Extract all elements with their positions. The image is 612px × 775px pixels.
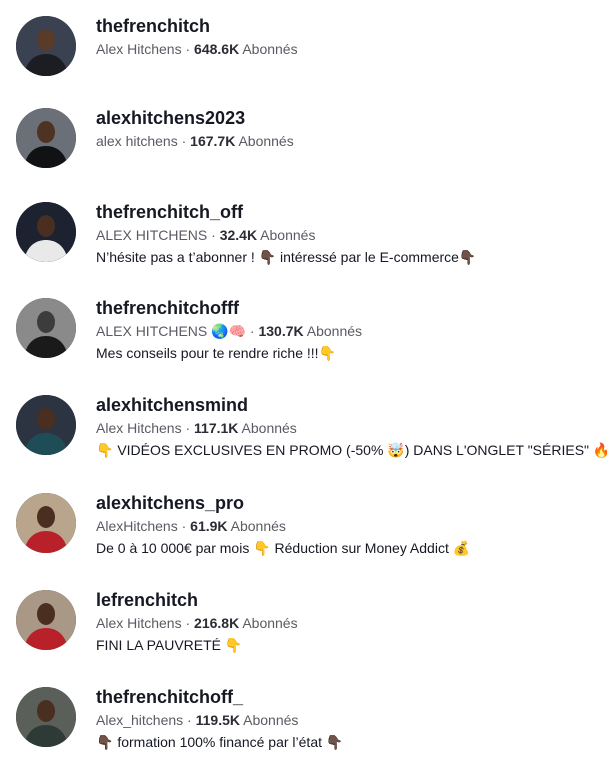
meta-separator: ·	[177, 133, 191, 149]
account-bio: Mes conseils pour te rendre riche !!!👇	[96, 345, 336, 361]
username[interactable]: thefrenchitch	[96, 14, 604, 38]
username[interactable]: alexhitchens2023	[96, 106, 604, 130]
username[interactable]: thefrenchitchoff_	[96, 685, 604, 709]
account-bio: De 0 à 10 000€ par mois 👇 Réduction sur …	[96, 540, 471, 556]
meta-separator: ·	[177, 518, 191, 534]
avatar-head-shape	[37, 506, 55, 528]
avatar-head-shape	[37, 603, 55, 625]
meta-separator: ·	[181, 420, 195, 436]
username[interactable]: thefrenchitch_off	[96, 200, 604, 224]
meta-separator: ·	[183, 712, 196, 728]
display-name: Alex_hitchens	[96, 712, 184, 728]
profile-photo-icon	[16, 687, 76, 747]
avatar-head-shape	[37, 121, 55, 143]
avatar-head-shape	[37, 311, 55, 333]
profile-photo-icon	[16, 590, 76, 650]
avatar-head-shape	[37, 29, 55, 51]
display-name: Alex Hitchens	[96, 420, 182, 436]
follower-label: Abonnés	[303, 323, 363, 339]
follower-label: Abonnés	[239, 41, 298, 57]
follower-count: 117.1K	[194, 420, 239, 436]
account-list-item[interactable]: thefrenchitchofff ALEX HITCHENS 🌏🧠 · 130.…	[0, 296, 612, 386]
account-text: thefrenchitchoff_ Alex_hitchens · 119.5K …	[96, 685, 604, 752]
account-text: lefrenchitch Alex Hitchens · 216.8K Abonn…	[96, 588, 604, 655]
follower-count: 119.5K	[195, 712, 240, 728]
account-text: thefrenchitch_off ALEX HITCHENS · 32.4K A…	[96, 200, 604, 267]
follower-label: Abonnés	[240, 712, 299, 728]
account-list-item[interactable]: lefrenchitch Alex Hitchens · 216.8K Abonn…	[0, 588, 612, 678]
follower-count: 216.8K	[194, 615, 240, 631]
follower-label: Abonnés	[238, 420, 297, 436]
display-name: Alex Hitchens	[96, 615, 182, 631]
account-meta: Alex Hitchens · 117.1K Abonnés	[96, 418, 604, 438]
follower-count: 32.4K	[219, 227, 258, 243]
account-list-item[interactable]: alexhitchens_pro AlexHitchens · 61.9K Abo…	[0, 491, 612, 581]
username[interactable]: alexhitchensmind	[96, 393, 604, 417]
account-list-item[interactable]: alexhitchens2023 alex hitchens · 167.7K A…	[0, 106, 612, 196]
account-meta: ALEX HITCHENS 🌏🧠 · 130.7K Abonnés	[96, 321, 604, 341]
account-list-item[interactable]: thefrenchitch_off ALEX HITCHENS · 32.4K A…	[0, 200, 612, 290]
avatar[interactable]	[16, 16, 76, 76]
username[interactable]: lefrenchitch	[96, 588, 604, 612]
account-text: thefrenchitch Alex Hitchens · 648.6K Abon…	[96, 14, 604, 59]
account-text: alexhitchensmind Alex Hitchens · 117.1K A…	[96, 393, 611, 460]
avatar[interactable]	[16, 493, 76, 553]
avatar[interactable]	[16, 108, 76, 168]
follower-count: 167.7K	[190, 133, 236, 149]
display-name: alex hitchens	[96, 133, 178, 149]
meta-separator: ·	[207, 227, 220, 243]
display-name: ALEX HITCHENS 🌏🧠	[96, 323, 247, 339]
avatar[interactable]	[16, 590, 76, 650]
meta-separator: ·	[181, 41, 195, 57]
account-meta: alex hitchens · 167.7K Abonnés	[96, 131, 604, 151]
avatar[interactable]	[16, 395, 76, 455]
display-name: Alex Hitchens	[96, 41, 182, 57]
account-text: alexhitchens2023 alex hitchens · 167.7K A…	[96, 106, 604, 151]
avatar-head-shape	[37, 700, 55, 722]
follower-count: 648.6K	[194, 41, 240, 57]
account-meta: Alex Hitchens · 216.8K Abonnés	[96, 613, 604, 633]
follower-label: Abonnés	[227, 518, 286, 534]
follower-label: Abonnés	[257, 227, 316, 243]
account-bio: N’hésite pas a t’abonner ! 👇🏿 intéressé …	[96, 249, 477, 265]
follower-count: 61.9K	[190, 518, 228, 534]
profile-photo-icon	[16, 493, 76, 553]
username[interactable]: thefrenchitchofff	[96, 296, 604, 320]
follower-count: 130.7K	[258, 323, 304, 339]
profile-photo-icon	[16, 202, 76, 262]
account-list-item[interactable]: thefrenchitch Alex Hitchens · 648.6K Abon…	[0, 14, 612, 104]
avatar-head-shape	[37, 408, 55, 430]
account-text: thefrenchitchofff ALEX HITCHENS 🌏🧠 · 130.…	[96, 296, 604, 363]
follower-label: Abonnés	[235, 133, 294, 149]
account-meta: AlexHitchens · 61.9K Abonnés	[96, 516, 604, 536]
profile-photo-icon	[16, 298, 76, 358]
meta-separator: ·	[181, 615, 195, 631]
account-list-item[interactable]: alexhitchensmind Alex Hitchens · 117.1K A…	[0, 393, 612, 483]
avatar[interactable]	[16, 298, 76, 358]
avatar[interactable]	[16, 202, 76, 262]
avatar-head-shape	[37, 215, 55, 237]
account-bio: FINI LA PAUVRETÉ 👇	[96, 637, 243, 653]
account-bio: 👇🏿 formation 100% financé par l’état 👇🏿	[96, 734, 344, 750]
account-meta: Alex_hitchens · 119.5K Abonnés	[96, 710, 604, 730]
account-meta: ALEX HITCHENS · 32.4K Abonnés	[96, 225, 604, 245]
account-search-results: thefrenchitch Alex Hitchens · 648.6K Abon…	[0, 0, 612, 762]
display-name: AlexHitchens	[96, 518, 178, 534]
display-name: ALEX HITCHENS	[96, 227, 208, 243]
profile-photo-icon	[16, 395, 76, 455]
follower-label: Abonnés	[239, 615, 298, 631]
username[interactable]: alexhitchens_pro	[96, 491, 604, 515]
account-text: alexhitchens_pro AlexHitchens · 61.9K Abo…	[96, 491, 604, 558]
account-bio: 👇 VIDÉOS EXCLUSIVES EN PROMO (-50% 🤯) DA…	[96, 442, 611, 458]
avatar[interactable]	[16, 687, 76, 747]
account-meta: Alex Hitchens · 648.6K Abonnés	[96, 39, 604, 59]
profile-photo-icon	[16, 108, 76, 168]
meta-separator: ·	[246, 323, 259, 339]
profile-photo-icon	[16, 16, 76, 76]
